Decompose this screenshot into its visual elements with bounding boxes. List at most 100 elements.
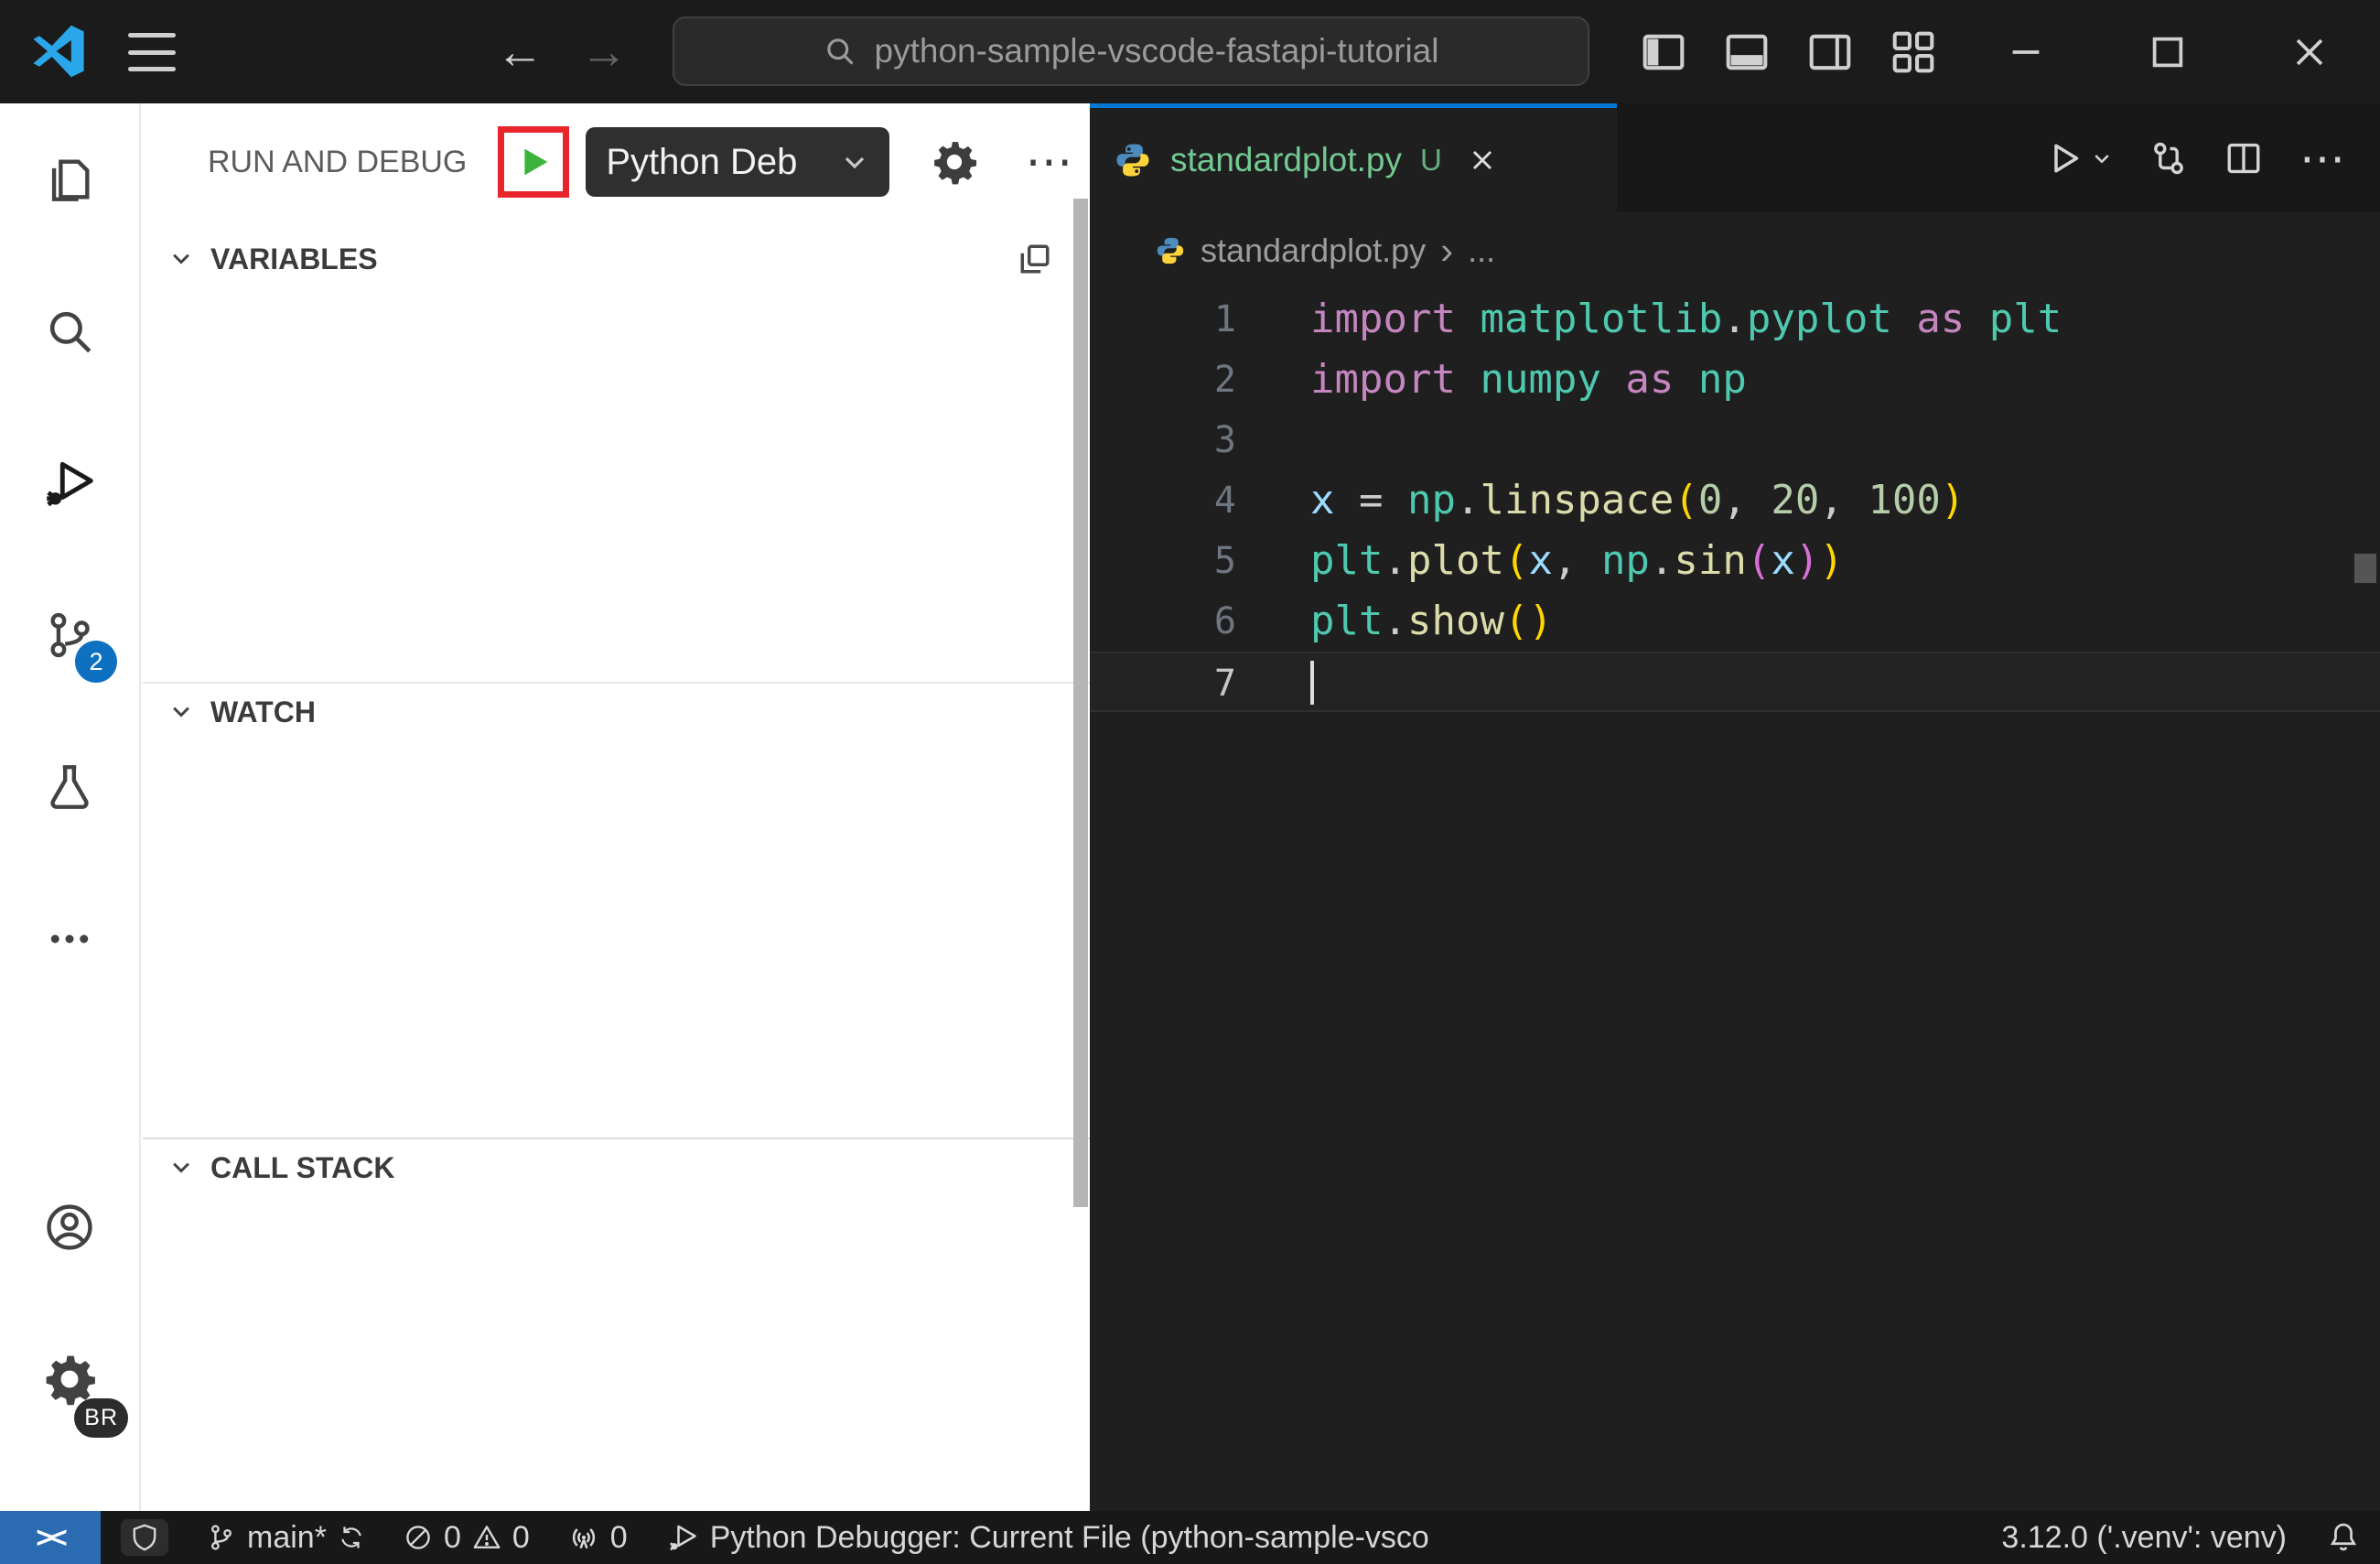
views-more-actions-icon[interactable]: ⋯ [1025, 138, 1072, 186]
pane-header-call-stack[interactable]: CALL STACK [143, 1138, 1090, 1196]
sidebar-item-more-views[interactable] [24, 893, 115, 985]
git-branch-status[interactable]: main* [207, 1520, 365, 1556]
forward-arrow-icon[interactable]: → [567, 0, 641, 103]
command-center-search[interactable]: python-sample-vscode-fastapi-tutorial [673, 16, 1589, 86]
breadcrumb-file[interactable]: standardplot.py [1201, 232, 1426, 270]
run-and-debug-icon [47, 461, 93, 507]
sidebar-item-settings[interactable]: BR [24, 1333, 128, 1438]
editor-group: standardplot.py U ⋯ standardplot.py › ..… [1090, 103, 2380, 1511]
maximize-button[interactable] [2096, 0, 2238, 103]
code-text[interactable]: plt.show() [1236, 591, 2380, 652]
chevron-down-icon [2095, 154, 2109, 164]
code-text[interactable] [1236, 410, 2380, 470]
debug-configuration-dropdown[interactable]: Python Deb [586, 127, 890, 197]
sidebar-item-source-control[interactable]: 2 [24, 589, 117, 683]
line-number[interactable]: 5 [1090, 531, 1236, 591]
start-debugging-button[interactable] [498, 126, 570, 198]
toggle-panel-icon[interactable] [1705, 0, 1788, 103]
collapse-variables-icon[interactable] [1017, 241, 1053, 277]
pane-label: WATCH [210, 695, 316, 728]
sidebar-item-run-and-debug[interactable] [24, 437, 115, 529]
warnings-icon [473, 1526, 501, 1548]
warning-count: 0 [512, 1519, 530, 1555]
pane-label: VARIABLES [210, 242, 378, 275]
customize-layout-icon[interactable] [1871, 0, 1955, 103]
debugger-status[interactable]: Python Debugger: Current File (python-sa… [666, 1520, 1429, 1556]
shield-icon [133, 1524, 156, 1551]
run-python-file-button[interactable] [2047, 140, 2113, 177]
code-text[interactable] [1236, 653, 2380, 710]
workspace-trust-badge[interactable] [121, 1519, 168, 1556]
search-icon [826, 38, 854, 65]
python-interpreter-status[interactable]: 3.12.0 ('.venv': venv) [2001, 1520, 2287, 1556]
debug-configuration-value: Python Deb [606, 141, 798, 182]
code-line[interactable]: 2 import numpy as np [1090, 350, 2380, 410]
text-cursor [1310, 661, 1314, 705]
search-text: python-sample-vscode-fastapi-tutorial [874, 32, 1439, 70]
editor-more-actions-icon[interactable]: ⋯ [2299, 135, 2345, 181]
pane-header-watch[interactable]: WATCH [143, 682, 1090, 740]
line-number[interactable]: 6 [1090, 591, 1236, 652]
radio-tower-icon [572, 1528, 595, 1549]
gear-icon [46, 1355, 95, 1406]
remote-indicator[interactable]: >< [0, 1511, 101, 1564]
ports-status[interactable]: 0 [568, 1520, 628, 1556]
pane-label: CALL STACK [210, 1150, 395, 1184]
debug-settings-gear-icon[interactable] [932, 139, 977, 185]
pane-header-variables[interactable]: VARIABLES [143, 230, 1090, 288]
line-number[interactable]: 2 [1090, 350, 1236, 410]
breadcrumb: standardplot.py › ... [1090, 212, 2380, 289]
chevron-down-icon [173, 253, 189, 264]
sidebar-scrollbar[interactable] [1073, 199, 1088, 1207]
code-line[interactable]: 6 plt.show() [1090, 591, 2380, 652]
line-number[interactable]: 1 [1090, 289, 1236, 350]
error-count: 0 [443, 1519, 461, 1555]
breadcrumb-chevron-icon: › [1440, 229, 1454, 272]
editor-tab-bar: standardplot.py U ⋯ [1090, 103, 2380, 212]
code-text[interactable]: x = np.linspace(0, 20, 100) [1236, 470, 2380, 531]
back-arrow-icon[interactable]: ← [483, 0, 556, 103]
editor-actions: ⋯ [2047, 103, 2380, 212]
sidebar-item-accounts[interactable] [24, 1181, 115, 1273]
line-number[interactable]: 3 [1090, 410, 1236, 470]
beaker-icon [50, 765, 89, 809]
sidebar-item-explorer[interactable] [24, 134, 115, 225]
toggle-primary-sidebar-icon[interactable] [1621, 0, 1705, 103]
debug-toolbar: RUN AND DEBUG Python Deb ⋯ [143, 103, 1090, 221]
code-line[interactable]: 4x = np.linspace(0, 20, 100) [1090, 470, 2380, 531]
code-text[interactable]: plt.plot(x, np.sin(x)) [1236, 531, 2380, 591]
branch-name: main* [247, 1519, 327, 1555]
open-changes-icon[interactable] [2149, 139, 2188, 178]
files-icon [51, 159, 90, 201]
ellipsis-icon [50, 934, 89, 944]
line-number[interactable]: 7 [1090, 653, 1236, 710]
sidebar-item-search[interactable] [24, 286, 115, 377]
code-line[interactable]: 5 plt.plot(x, np.sin(x)) [1090, 531, 2380, 591]
problems-status[interactable]: 0 0 [404, 1520, 530, 1556]
git-branch-icon [210, 1525, 232, 1550]
status-bar: >< main* 0 0 0 Python Debugger: Current … [0, 1511, 2380, 1564]
menu-icon[interactable] [128, 33, 176, 71]
tab-close-icon[interactable] [1468, 146, 1497, 175]
code-line[interactable]: 3 [1090, 410, 2380, 470]
vscode-logo-icon [33, 25, 84, 78]
overview-ruler-mark[interactable] [2354, 554, 2376, 583]
sidebar-item-testing[interactable] [24, 741, 115, 833]
code-text[interactable]: import numpy as np [1236, 350, 2380, 410]
toggle-secondary-sidebar-icon[interactable] [1788, 0, 1871, 103]
split-editor-icon[interactable] [2224, 139, 2263, 178]
git-status-badge: U [1420, 143, 1442, 177]
code-line[interactable]: 7 [1090, 652, 2380, 712]
search-icon [49, 311, 92, 353]
breadcrumb-symbol[interactable]: ... [1468, 232, 1495, 270]
notifications-bell-icon[interactable] [2327, 1521, 2360, 1554]
tab-standardplot[interactable]: standardplot.py U [1090, 103, 1617, 212]
close-button[interactable] [2238, 0, 2380, 103]
code-text[interactable]: import matplotlib.pyplot as plt [1236, 289, 2380, 350]
account-icon [47, 1204, 92, 1250]
minimize-button[interactable] [1955, 0, 2096, 103]
title-bar: ← → python-sample-vscode-fastapi-tutoria… [0, 0, 2380, 103]
line-number[interactable]: 4 [1090, 470, 1236, 531]
source-control-badge: 2 [75, 641, 117, 683]
code-line[interactable]: 1 import matplotlib.pyplot as plt [1090, 289, 2380, 350]
